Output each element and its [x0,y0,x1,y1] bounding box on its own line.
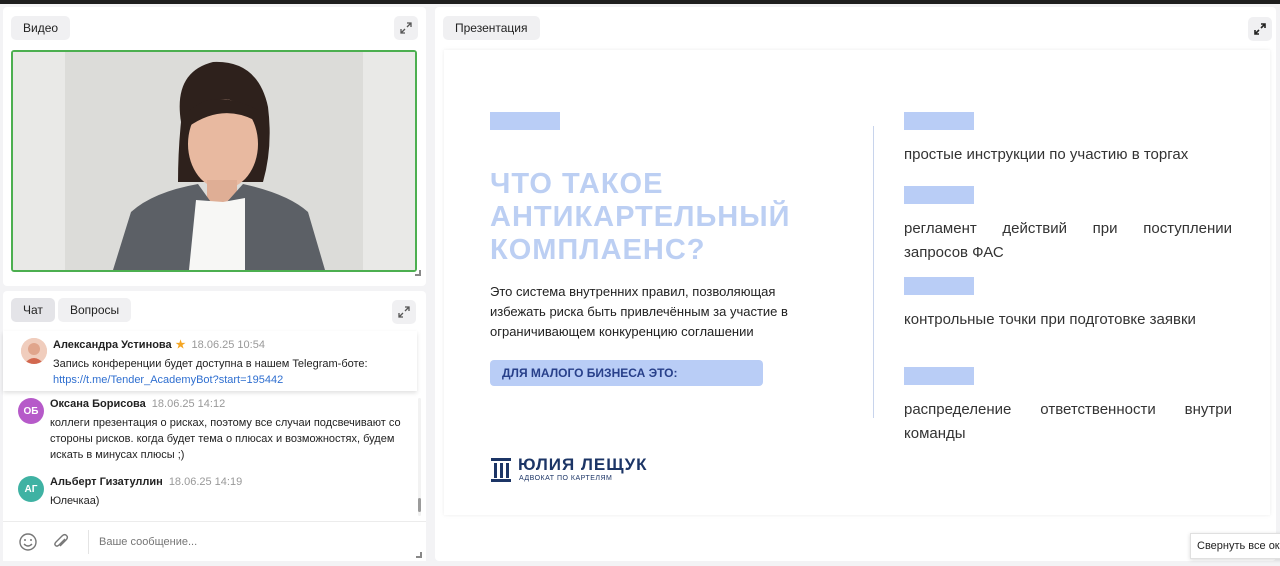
video-stream[interactable] [11,50,417,272]
slide-description: Это система внутренних правил, позволяющ… [490,284,788,339]
decorative-bar [904,367,974,385]
expand-icon [398,306,410,318]
decorative-bar [904,112,974,130]
avatar: ОБ [18,398,44,424]
decorative-bar [904,186,974,204]
star-icon: ★ [175,339,186,351]
attach-icon[interactable] [51,532,71,557]
presentation-expand-button[interactable] [1248,17,1272,41]
message-time: 18.06.25 10:54 [191,339,265,351]
avatar: АГ [18,476,44,502]
message-author: Оксана Борисова 18.06.25 14:12 [50,398,226,410]
chat-resize-handle[interactable] [416,552,422,558]
message-time: 18.06.25 14:12 [151,398,226,410]
pillar-logo-icon [491,458,511,482]
slide-item: простые инструкции по участию в торгах [904,146,1189,163]
slide-divider [873,126,874,418]
message-text: Юлечкаа) [50,495,100,507]
input-divider [88,530,89,554]
slide-highlight: ДЛЯ МАЛОГО БИЗНЕСА ЭТО: [490,360,763,386]
list-item: АГ Альберт Гизатуллин 18.06.25 14:19 Юлеч… [0,474,414,514]
top-bar [0,0,1280,4]
chat-scrollbar-thumb[interactable] [418,498,421,512]
logo-name: ЮЛИЯ ЛЕЩУК [518,455,648,474]
message-link[interactable]: https://t.me/Tender_AcademyBot?start=195… [53,374,283,386]
decorative-bar [904,277,974,295]
chat-expand-button[interactable] [392,300,416,324]
video-expand-button[interactable] [394,16,418,40]
video-resize-handle[interactable] [415,270,421,276]
message-text: Запись конференции будет доступна в наше… [53,358,368,386]
expand-icon [400,22,412,34]
chat-message-input[interactable] [99,532,399,552]
tooltip: Свернуть все окна [1190,533,1280,559]
message-time: 18.06.25 14:19 [168,476,243,488]
presentation-slide: ЧТО ТАКОЕ АНТИКАРТЕЛЬНЫЙ КОМПЛАЕНС? Это … [444,50,1270,515]
chat-input-row [3,521,426,561]
logo-subtitle: АДВОКАТ ПО КАРТЕЛЯМ [519,475,613,482]
decorative-bar [490,112,560,130]
message-author: Александра Устинова ★ 18.06.25 10:54 [53,339,265,351]
slide-item: контрольные точки при подготовке заявки [904,311,1196,328]
slide-title: ЧТО ТАКОЕ АНТИКАРТЕЛЬНЫЙ КОМПЛАЕНС? [490,168,791,266]
emoji-icon[interactable] [18,532,38,557]
chat-scrollbar[interactable] [418,398,421,516]
message-author: Альберт Гизатуллин 18.06.25 14:19 [50,476,243,488]
message-text: коллеги презентация о рисках, поэтому вс… [50,417,401,461]
tab-video[interactable]: Видео [11,16,71,40]
tab-questions[interactable]: Вопросы [58,298,132,322]
tab-presentation[interactable]: Презентация [443,16,540,40]
slide-item: распределение ответственности внутри ком… [904,401,1232,442]
pinned-message: Александра Устинова ★ 18.06.25 10:54 Запис… [3,331,417,391]
tab-chat[interactable]: Чат [11,298,55,322]
list-item: ОБ Оксана Борисова 18.06.25 14:12 коллеги… [0,395,414,465]
expand-icon [1254,23,1266,35]
avatar-photo-icon [21,338,47,364]
slide-item: регламент действий при поступлении запро… [904,220,1232,261]
avatar [21,338,47,364]
